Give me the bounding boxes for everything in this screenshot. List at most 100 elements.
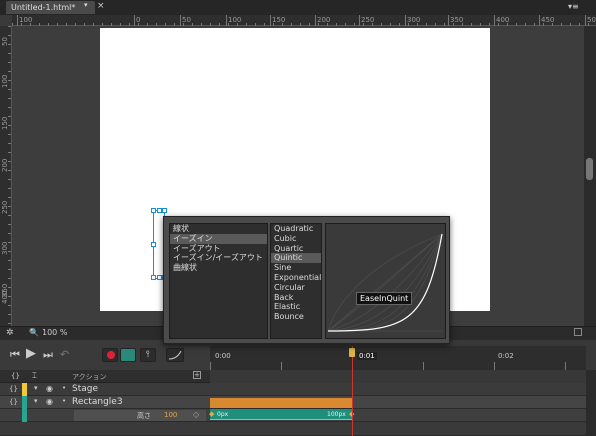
ruler-label: 100 <box>228 16 242 24</box>
ruler-minor-tick <box>8 296 11 297</box>
layer-row-stage[interactable]: {} ▾ ◉ • Stage <box>0 383 586 396</box>
ease-type-item[interactable]: イーズイン/イーズアウト <box>170 253 267 263</box>
resize-handle[interactable] <box>151 242 156 247</box>
ease-function-item[interactable]: Elastic <box>271 302 321 312</box>
ruler-minor-tick <box>8 161 11 162</box>
resize-handle[interactable] <box>151 208 156 213</box>
go-to-end-icon[interactable]: ⏭ <box>43 348 53 362</box>
tab-dropdown-icon[interactable]: ▾ <box>84 1 88 9</box>
ruler-minor-tick <box>8 107 11 108</box>
settings-icon[interactable]: ✲ <box>6 328 14 338</box>
ruler-minor-tick <box>8 305 11 306</box>
ruler-minor-tick <box>8 116 11 117</box>
transition-bar[interactable] <box>210 398 353 408</box>
ruler-label: 200 <box>317 16 331 24</box>
ruler-minor-tick <box>8 44 11 45</box>
filter-icon[interactable]: ⌶ <box>32 371 37 381</box>
go-to-start-icon[interactable]: ⏮ <box>10 348 20 362</box>
easing-button[interactable] <box>166 348 184 362</box>
ease-function-item[interactable]: Quadratic <box>271 224 321 234</box>
property-value[interactable]: 100 <box>164 411 177 419</box>
document-tab[interactable]: Untitled-1.html* <box>6 1 95 14</box>
undo-playback-icon[interactable]: ↶ <box>60 348 69 361</box>
ruler-tick <box>539 15 540 26</box>
ease-type-list: 線状 イーズイン イーズアウト イーズイン/イーズアウト 曲線状 <box>169 223 268 339</box>
zoom-level[interactable]: 100 % <box>42 328 67 337</box>
braces-icon: {} <box>9 385 18 393</box>
ruler-minor-tick <box>8 188 11 189</box>
ruler-minor-tick <box>8 197 11 198</box>
horizontal-ruler: 100050100150200250300350400450500 <box>12 15 596 26</box>
ease-curve-graph <box>327 233 443 332</box>
panel-menu-icon[interactable]: ▾≡ <box>568 2 579 11</box>
ease-function-item[interactable]: Quintic <box>271 253 321 264</box>
ruler-label: 150 <box>1 116 9 130</box>
start-keyframe-icon[interactable]: ◆ <box>209 410 214 418</box>
ease-type-item[interactable]: 線状 <box>170 224 267 234</box>
time-ruler[interactable]: 0:00 0:01 0:02 <box>210 346 586 370</box>
tab-close-icon[interactable]: × <box>97 1 105 11</box>
ruler-minor-tick <box>8 98 11 99</box>
ease-type-item[interactable]: 曲線状 <box>170 263 267 273</box>
ruler-minor-tick <box>8 89 11 90</box>
layer-row-rectangle3[interactable]: {} ▾ ◉ • Rectangle3 <box>0 396 586 409</box>
ruler-label: 100 <box>1 74 9 88</box>
resize-handle[interactable] <box>162 208 167 213</box>
layer-color-tag <box>22 383 27 396</box>
lock-dot-icon[interactable]: • <box>62 384 66 392</box>
auto-transition-button[interactable] <box>120 348 136 362</box>
ruler-minor-tick <box>8 215 11 216</box>
ease-function-item[interactable]: Back <box>271 293 321 303</box>
add-action-icon[interactable]: + <box>193 371 201 379</box>
vertical-scroll-thumb[interactable] <box>586 158 593 180</box>
ease-function-item[interactable]: Exponential <box>271 273 321 283</box>
ruler-minor-tick <box>8 224 11 225</box>
time-label: 0:02 <box>498 352 514 360</box>
auto-keyframe-button[interactable] <box>102 348 118 362</box>
ruler-minor-tick <box>8 179 11 180</box>
time-tick <box>281 362 282 370</box>
keyframe-nav-icon[interactable]: ◇ <box>193 410 199 419</box>
ruler-minor-tick <box>8 26 11 27</box>
play-icon[interactable]: ▶ <box>26 346 36 361</box>
ease-function-item[interactable]: Cubic <box>271 234 321 244</box>
ease-function-item[interactable]: Circular <box>271 283 321 293</box>
layer-name: Rectangle3 <box>72 397 123 407</box>
resize-handle[interactable] <box>151 275 156 280</box>
ruler-minor-tick <box>8 278 11 279</box>
time-label: 0:00 <box>215 352 231 360</box>
lock-dot-icon[interactable]: • <box>62 397 66 405</box>
ruler-tick <box>226 15 227 26</box>
expand-triangle-icon[interactable]: ▾ <box>34 384 38 392</box>
property-row-height[interactable]: 高さ 100 ◇ ◆ 0px 100px ◆ <box>0 409 586 422</box>
braces-icon: {} <box>9 398 18 406</box>
ease-type-item[interactable]: イーズイン <box>170 233 267 244</box>
ruler-minor-tick <box>8 152 11 153</box>
pin-button[interactable]: ⫯ <box>140 348 156 362</box>
ease-type-item[interactable]: イーズアウト <box>170 244 267 254</box>
playhead-handle[interactable] <box>349 348 355 357</box>
start-value: 0px <box>217 411 229 418</box>
ruler-tick <box>270 15 271 26</box>
eye-icon[interactable]: ◉ <box>46 384 53 393</box>
expand-triangle-icon[interactable]: ▾ <box>34 397 38 405</box>
empty-timeline-row <box>0 422 586 436</box>
ruler-label: 300 <box>1 241 9 255</box>
ease-function-item[interactable]: Sine <box>271 263 321 273</box>
ruler-minor-tick <box>8 287 11 288</box>
ruler-minor-tick <box>8 269 11 270</box>
ease-function-item[interactable]: Quartic <box>271 244 321 254</box>
ruler-minor-tick <box>8 251 11 252</box>
ruler-minor-tick <box>8 170 11 171</box>
zoom-icon: 🔍 <box>29 328 39 337</box>
ease-function-item[interactable]: Bounce <box>271 312 321 322</box>
ruler-minor-tick <box>8 242 11 243</box>
ruler-tick <box>585 15 586 26</box>
playhead-line[interactable] <box>352 346 353 436</box>
timeline-scrollbar[interactable] <box>586 370 596 436</box>
ruler-label: 150 <box>272 16 286 24</box>
layer-color-tag <box>22 396 27 409</box>
ruler-tick <box>448 15 449 26</box>
edge-animate-window: Untitled-1.html* ▾ × ▾≡ 100 0 50 100 150 200 2… <box>0 0 596 436</box>
eye-icon[interactable]: ◉ <box>46 397 53 406</box>
